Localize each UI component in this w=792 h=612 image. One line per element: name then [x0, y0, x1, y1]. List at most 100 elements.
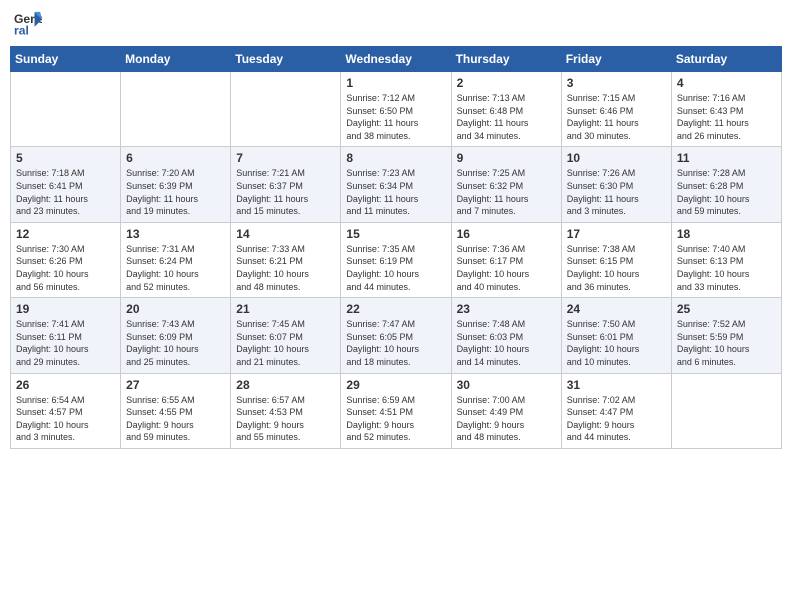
day-number: 16: [457, 227, 556, 241]
calendar-cell: 19 Sunrise: 7:41 AM Sunset: 6:11 PM Dayli…: [11, 298, 121, 373]
day-info: Sunrise: 7:15 AM Sunset: 6:46 PM Dayligh…: [567, 92, 666, 142]
day-info: Sunrise: 7:00 AM Sunset: 4:49 PM Dayligh…: [457, 394, 556, 444]
day-number: 13: [126, 227, 225, 241]
day-info: Sunrise: 7:28 AM Sunset: 6:28 PM Dayligh…: [677, 167, 776, 217]
day-info: Sunrise: 7:26 AM Sunset: 6:30 PM Dayligh…: [567, 167, 666, 217]
calendar-cell: 8 Sunrise: 7:23 AM Sunset: 6:34 PM Daylig…: [341, 147, 451, 222]
calendar-week-row: 1 Sunrise: 7:12 AM Sunset: 6:50 PM Daylig…: [11, 72, 782, 147]
calendar-cell: [231, 72, 341, 147]
day-number: 12: [16, 227, 115, 241]
calendar-cell: [121, 72, 231, 147]
day-info: Sunrise: 7:25 AM Sunset: 6:32 PM Dayligh…: [457, 167, 556, 217]
calendar-cell: 14 Sunrise: 7:33 AM Sunset: 6:21 PM Dayli…: [231, 222, 341, 297]
calendar-cell: 4 Sunrise: 7:16 AM Sunset: 6:43 PM Daylig…: [671, 72, 781, 147]
day-number: 28: [236, 378, 335, 392]
calendar-week-row: 19 Sunrise: 7:41 AM Sunset: 6:11 PM Dayli…: [11, 298, 782, 373]
day-info: Sunrise: 7:12 AM Sunset: 6:50 PM Dayligh…: [346, 92, 445, 142]
day-number: 4: [677, 76, 776, 90]
day-info: Sunrise: 7:23 AM Sunset: 6:34 PM Dayligh…: [346, 167, 445, 217]
day-number: 7: [236, 151, 335, 165]
calendar-cell: 31 Sunrise: 7:02 AM Sunset: 4:47 PM Dayli…: [561, 373, 671, 448]
calendar-body: 1 Sunrise: 7:12 AM Sunset: 6:50 PM Daylig…: [11, 72, 782, 449]
day-info: Sunrise: 7:30 AM Sunset: 6:26 PM Dayligh…: [16, 243, 115, 293]
day-info: Sunrise: 7:02 AM Sunset: 4:47 PM Dayligh…: [567, 394, 666, 444]
calendar-week-row: 26 Sunrise: 6:54 AM Sunset: 4:57 PM Dayli…: [11, 373, 782, 448]
day-number: 30: [457, 378, 556, 392]
day-number: 6: [126, 151, 225, 165]
day-number: 11: [677, 151, 776, 165]
day-number: 22: [346, 302, 445, 316]
calendar-cell: 28Sunrise: 6:57 AM Sunset: 4:53 PM Dayli…: [231, 373, 341, 448]
day-number: 23: [457, 302, 556, 316]
calendar-cell: 6Sunrise: 7:20 AM Sunset: 6:39 PM Daylig…: [121, 147, 231, 222]
calendar-cell: 12 Sunrise: 7:30 AM Sunset: 6:26 PM Dayli…: [11, 222, 121, 297]
day-number: 24: [567, 302, 666, 316]
day-number: 2: [457, 76, 556, 90]
day-number: 27: [126, 378, 225, 392]
calendar-cell: 15 Sunrise: 7:35 AM Sunset: 6:19 PM Dayli…: [341, 222, 451, 297]
weekday-header-cell: Tuesday: [231, 47, 341, 72]
weekday-header-cell: Saturday: [671, 47, 781, 72]
calendar-cell: 27 Sunrise: 6:55 AM Sunset: 4:55 PM Dayli…: [121, 373, 231, 448]
day-number: 3: [567, 76, 666, 90]
weekday-header-cell: Wednesday: [341, 47, 451, 72]
calendar-cell: 9 Sunrise: 7:25 AM Sunset: 6:32 PM Daylig…: [451, 147, 561, 222]
calendar-cell: 21 Sunrise: 7:45 AM Sunset: 6:07 PM Dayli…: [231, 298, 341, 373]
calendar-cell: [671, 373, 781, 448]
day-info: Sunrise: 7:50 AM Sunset: 6:01 PM Dayligh…: [567, 318, 666, 368]
day-number: 21: [236, 302, 335, 316]
calendar-cell: 20Sunrise: 7:43 AM Sunset: 6:09 PM Dayli…: [121, 298, 231, 373]
calendar-table: SundayMondayTuesdayWednesdayThursdayFrid…: [10, 46, 782, 449]
day-info: Sunrise: 6:59 AM Sunset: 4:51 PM Dayligh…: [346, 394, 445, 444]
calendar-week-row: 12 Sunrise: 7:30 AM Sunset: 6:26 PM Dayli…: [11, 222, 782, 297]
day-number: 19: [16, 302, 115, 316]
day-info: Sunrise: 7:41 AM Sunset: 6:11 PM Dayligh…: [16, 318, 115, 368]
day-info: Sunrise: 7:40 AM Sunset: 6:13 PM Dayligh…: [677, 243, 776, 293]
day-info: Sunrise: 7:33 AM Sunset: 6:21 PM Dayligh…: [236, 243, 335, 293]
calendar-cell: 23Sunrise: 7:48 AM Sunset: 6:03 PM Dayli…: [451, 298, 561, 373]
calendar-cell: 1 Sunrise: 7:12 AM Sunset: 6:50 PM Daylig…: [341, 72, 451, 147]
calendar-cell: 16 Sunrise: 7:36 AM Sunset: 6:17 PM Dayli…: [451, 222, 561, 297]
calendar-cell: 13 Sunrise: 7:31 AM Sunset: 6:24 PM Dayli…: [121, 222, 231, 297]
weekday-header-cell: Friday: [561, 47, 671, 72]
calendar-cell: [11, 72, 121, 147]
day-number: 25: [677, 302, 776, 316]
calendar-cell: 29Sunrise: 6:59 AM Sunset: 4:51 PM Dayli…: [341, 373, 451, 448]
calendar-cell: 11 Sunrise: 7:28 AM Sunset: 6:28 PM Dayli…: [671, 147, 781, 222]
day-info: Sunrise: 7:52 AM Sunset: 5:59 PM Dayligh…: [677, 318, 776, 368]
day-info: Sunrise: 7:35 AM Sunset: 6:19 PM Dayligh…: [346, 243, 445, 293]
day-info: Sunrise: 6:55 AM Sunset: 4:55 PM Dayligh…: [126, 394, 225, 444]
day-number: 14: [236, 227, 335, 241]
day-number: 18: [677, 227, 776, 241]
day-number: 31: [567, 378, 666, 392]
day-number: 1: [346, 76, 445, 90]
calendar-cell: 7Sunrise: 7:21 AM Sunset: 6:37 PM Daylig…: [231, 147, 341, 222]
day-info: Sunrise: 7:18 AM Sunset: 6:41 PM Dayligh…: [16, 167, 115, 217]
day-info: Sunrise: 7:16 AM Sunset: 6:43 PM Dayligh…: [677, 92, 776, 142]
calendar-cell: 24 Sunrise: 7:50 AM Sunset: 6:01 PM Dayli…: [561, 298, 671, 373]
calendar-cell: 25 Sunrise: 7:52 AM Sunset: 5:59 PM Dayli…: [671, 298, 781, 373]
day-info: Sunrise: 7:38 AM Sunset: 6:15 PM Dayligh…: [567, 243, 666, 293]
day-info: Sunrise: 7:13 AM Sunset: 6:48 PM Dayligh…: [457, 92, 556, 142]
day-info: Sunrise: 7:47 AM Sunset: 6:05 PM Dayligh…: [346, 318, 445, 368]
day-number: 26: [16, 378, 115, 392]
day-info: Sunrise: 7:31 AM Sunset: 6:24 PM Dayligh…: [126, 243, 225, 293]
day-info: Sunrise: 7:45 AM Sunset: 6:07 PM Dayligh…: [236, 318, 335, 368]
day-info: Sunrise: 6:54 AM Sunset: 4:57 PM Dayligh…: [16, 394, 115, 444]
day-number: 15: [346, 227, 445, 241]
calendar-cell: 10Sunrise: 7:26 AM Sunset: 6:30 PM Dayli…: [561, 147, 671, 222]
day-number: 9: [457, 151, 556, 165]
day-number: 8: [346, 151, 445, 165]
calendar-cell: 5 Sunrise: 7:18 AM Sunset: 6:41 PM Daylig…: [11, 147, 121, 222]
weekday-header-cell: Thursday: [451, 47, 561, 72]
weekday-header-cell: Sunday: [11, 47, 121, 72]
calendar-cell: 3 Sunrise: 7:15 AM Sunset: 6:46 PM Daylig…: [561, 72, 671, 147]
day-info: Sunrise: 7:36 AM Sunset: 6:17 PM Dayligh…: [457, 243, 556, 293]
calendar-cell: 17Sunrise: 7:38 AM Sunset: 6:15 PM Dayli…: [561, 222, 671, 297]
day-number: 5: [16, 151, 115, 165]
weekday-header-row: SundayMondayTuesdayWednesdayThursdayFrid…: [11, 47, 782, 72]
logo: Gene ral: [14, 10, 46, 38]
svg-text:ral: ral: [14, 23, 29, 37]
weekday-header-cell: Monday: [121, 47, 231, 72]
page-header: Gene ral: [10, 10, 782, 38]
